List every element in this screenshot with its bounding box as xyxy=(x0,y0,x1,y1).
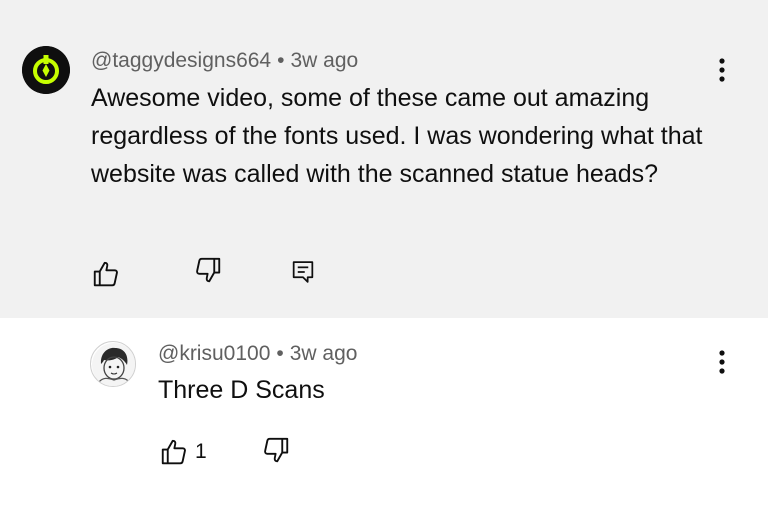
thumbs-up-icon xyxy=(161,439,186,465)
comment-like-button[interactable] xyxy=(88,256,124,292)
reply-time[interactable]: 3w ago xyxy=(290,342,358,365)
comment-avatar[interactable] xyxy=(22,46,70,94)
reply-thread: @krisu0100 • 3w ago Three D Scans 1 xyxy=(0,318,768,518)
reply-meta: @krisu0100 • 3w ago xyxy=(158,342,357,366)
reply-author[interactable]: @krisu0100 xyxy=(158,342,270,365)
meta-separator: • xyxy=(277,49,285,72)
reply-avatar[interactable] xyxy=(90,341,136,387)
reply-menu-button[interactable] xyxy=(710,347,734,377)
comment-dislike-button[interactable] xyxy=(190,252,226,288)
reply-like-count: 1 xyxy=(195,440,207,463)
comment-author[interactable]: @taggydesigns664 xyxy=(91,49,271,72)
reply-text: Three D Scans xyxy=(158,376,325,404)
reply-like-button[interactable] xyxy=(156,434,192,470)
avatar-sketch-icon xyxy=(92,343,135,386)
comment-time[interactable]: 3w ago xyxy=(290,49,358,72)
meta-separator: • xyxy=(276,342,284,365)
comment-text: Awesome video, some of these came out am… xyxy=(91,84,703,188)
thumbs-up-icon xyxy=(93,261,118,287)
reply-icon xyxy=(292,261,314,283)
thumbs-down-icon xyxy=(264,437,289,463)
reply-dislike-button[interactable] xyxy=(258,432,294,468)
avatar-logo-icon xyxy=(22,46,70,94)
comment-thread: @taggydesigns664 • 3w ago Awesome video, s… xyxy=(0,0,768,318)
comment-reply-button[interactable] xyxy=(285,254,321,290)
more-vert-icon xyxy=(719,350,725,374)
thumbs-down-icon xyxy=(196,257,221,283)
comment-meta: @taggydesigns664 • 3w ago xyxy=(91,49,358,73)
